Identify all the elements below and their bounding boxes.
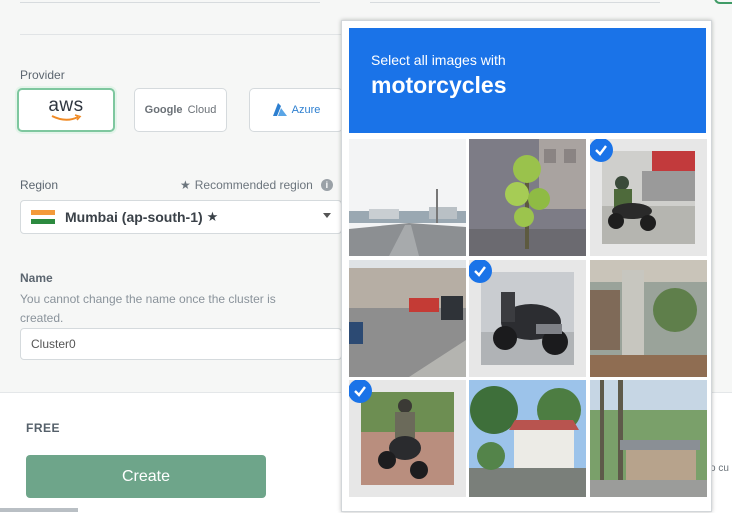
captcha-tile-7[interactable] [349,380,466,497]
cluster-name-value: Cluster0 [31,337,76,351]
google-cloud-logo: Google Cloud [145,104,217,116]
captcha-header: Select all images with motorcycles [349,28,706,133]
region-label: Region [20,178,59,192]
captcha-target: motorcycles [371,72,507,98]
captcha-tile-8[interactable] [469,380,586,497]
motorcycle-rider-image [602,151,695,244]
create-button[interactable]: Create [26,455,266,498]
info-icon[interactable]: i [320,179,333,191]
aws-logo: aws [48,95,84,122]
truncated-text: o cu [710,463,729,474]
street-road-image [349,139,466,256]
aws-smile-icon [51,114,82,121]
azure-logo: Azure [272,103,321,117]
captcha-tile-3[interactable] [590,139,707,256]
provider-label: Provider [20,68,65,82]
provider-card-google-cloud[interactable]: Google Cloud [134,88,227,132]
captcha-tile-9[interactable] [590,380,707,497]
building-pillar-image [590,260,707,377]
captcha-dialog: Select all images with motorcycles [341,20,712,512]
captcha-tile-1[interactable] [349,139,466,256]
captcha-tile-6[interactable] [590,260,707,377]
parked-scooter-image [481,272,574,365]
captcha-tile-4[interactable] [349,260,466,377]
bottom-scrollbar[interactable] [0,508,78,512]
azure-label: Azure [291,104,321,116]
motorcycle-rider-image [361,392,454,485]
star-icon: ★ [180,178,191,192]
chevron-down-icon [323,213,331,218]
provider-card-aws[interactable]: aws [17,88,115,132]
street-shed-image [590,380,707,497]
parking-lot-image [349,260,466,377]
cluster-name-input[interactable]: Cluster0 [20,328,342,360]
provider-card-azure[interactable]: Azure [249,88,343,132]
name-help-text: You cannot change the name once the clus… [20,292,276,325]
name-label: Name [20,271,53,285]
tier-label: FREE [26,421,61,435]
section-divider [20,34,350,35]
recommended-region-label: Recommended region [194,178,313,192]
top-input-right[interactable] [370,0,660,3]
recommended-region-hint: ★ Recommended region i [180,178,333,192]
houses-trees-image [469,380,586,497]
azure-icon [272,103,287,116]
top-right-accent [714,0,732,4]
region-select[interactable]: Mumbai (ap-south-1) ★ [20,200,342,234]
aws-logo-text: aws [48,95,84,116]
captcha-prompt: Select all images with [371,52,506,68]
captcha-tile-2[interactable] [469,139,586,256]
google-cloud-logo-google: Google [144,104,183,116]
india-flag-icon [31,210,55,225]
top-input-left[interactable] [20,0,320,3]
region-value: Mumbai (ap-south-1) [65,209,203,225]
tree-image [469,139,586,256]
recommended-star-icon: ★ [206,209,219,224]
captcha-tile-5[interactable] [469,260,586,377]
google-cloud-logo-cloud: Cloud [187,104,217,116]
